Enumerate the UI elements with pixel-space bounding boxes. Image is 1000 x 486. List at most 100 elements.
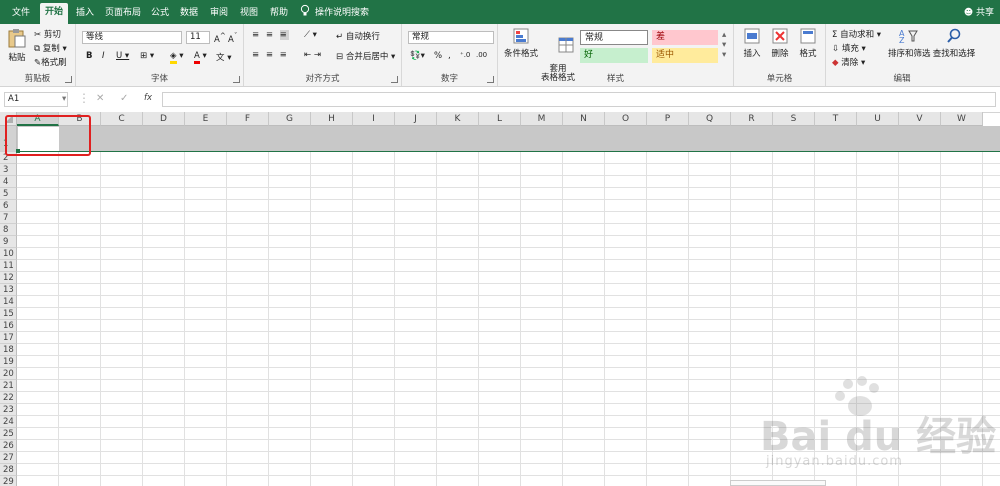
clipboard-launcher[interactable]	[65, 76, 72, 83]
name-box-dropdown[interactable]: ▾	[62, 94, 66, 104]
row-header-7[interactable]: 7	[0, 212, 17, 224]
underline-button[interactable]: U ▾	[116, 51, 129, 61]
tab-home[interactable]: 开始	[40, 3, 68, 24]
phonetic-button[interactable]: 文 ▾	[216, 51, 231, 63]
column-header-w[interactable]: W	[941, 112, 983, 126]
tab-insert[interactable]: 插入	[72, 4, 98, 24]
horizontal-scrollbar[interactable]	[730, 480, 826, 486]
row-header-23[interactable]: 23	[0, 404, 17, 416]
column-header-c[interactable]: C	[101, 112, 143, 126]
border-button[interactable]: ⊞ ▾	[140, 51, 154, 61]
row-header-4[interactable]: 4	[0, 176, 17, 188]
insert-cells-button[interactable]: 插入	[740, 28, 764, 59]
column-header-n[interactable]: N	[563, 112, 605, 126]
orientation-button[interactable]: ⟋ ▾	[304, 30, 317, 40]
column-header-u[interactable]: U	[857, 112, 899, 126]
merge-center-button[interactable]: ⊟ 合并后居中 ▾	[336, 50, 395, 62]
find-select-button[interactable]: 查找和选择	[932, 28, 976, 59]
row-header-8[interactable]: 8	[0, 224, 17, 236]
row-header-27[interactable]: 27	[0, 452, 17, 464]
tab-page-layout[interactable]: 页面布局	[102, 4, 144, 24]
row-header-26[interactable]: 26	[0, 440, 17, 452]
delete-cells-button[interactable]: 删除	[768, 28, 792, 59]
row-header-6[interactable]: 6	[0, 200, 17, 212]
increase-decimal-button[interactable]: ⁺.0	[460, 51, 470, 59]
confirm-entry-icon[interactable]: ✓	[120, 93, 128, 104]
row-header-25[interactable]: 25	[0, 428, 17, 440]
row-header-13[interactable]: 13	[0, 284, 17, 296]
worksheet-grid[interactable]: ABCDEFGHIJKLMNOPQRSTUVW 1 2 3 4 5 6 7 8 9 10 11 12 1…	[0, 112, 1000, 486]
column-header-h[interactable]: H	[311, 112, 353, 126]
row-header-15[interactable]: 15	[0, 308, 17, 320]
clear-button[interactable]: ◆ 清除 ▾	[832, 56, 865, 68]
italic-button[interactable]: I	[102, 51, 105, 61]
tell-me-search[interactable]: 操作说明搜索	[314, 4, 370, 24]
insert-function-button[interactable]: fx	[144, 93, 152, 103]
column-header-i[interactable]: I	[353, 112, 395, 126]
number-launcher[interactable]	[487, 76, 494, 83]
styles-scroll[interactable]: ▴ ▾ ▾	[722, 30, 726, 60]
comma-button[interactable]: ,	[448, 51, 451, 61]
row-header-18[interactable]: 18	[0, 344, 17, 356]
row-header-19[interactable]: 19	[0, 356, 17, 368]
row-header-14[interactable]: 14	[0, 296, 17, 308]
fill-button[interactable]: ⇩ 填充 ▾	[832, 42, 866, 54]
style-normal[interactable]: 常规	[580, 30, 648, 45]
vertical-align-buttons[interactable]: ≡ ≡ ≡	[252, 30, 289, 40]
grow-font-button[interactable]: A^	[214, 31, 226, 45]
column-header-j[interactable]: J	[395, 112, 437, 126]
column-header-d[interactable]: D	[143, 112, 185, 126]
cancel-entry-icon[interactable]: ✕	[96, 93, 104, 104]
row-header-24[interactable]: 24	[0, 416, 17, 428]
formula-input[interactable]	[162, 92, 996, 107]
column-header-g[interactable]: G	[269, 112, 311, 126]
column-header-q[interactable]: Q	[689, 112, 731, 126]
horizontal-align-buttons[interactable]: ≡ ≡ ≡	[252, 50, 289, 60]
copy-button[interactable]: ⧉ 复制 ▾	[34, 42, 67, 54]
number-format-select[interactable]: 常规	[408, 31, 494, 44]
column-header-m[interactable]: M	[521, 112, 563, 126]
row-header-3[interactable]: 3	[0, 164, 17, 176]
percent-button[interactable]: %	[434, 51, 442, 61]
tab-review[interactable]: 审阅	[206, 4, 232, 24]
font-name-select[interactable]: 等线	[82, 31, 182, 44]
fill-color-button[interactable]: ◈ ▾	[170, 51, 184, 64]
row-header-22[interactable]: 22	[0, 392, 17, 404]
column-header-t[interactable]: T	[815, 112, 857, 126]
name-box[interactable]: A1	[4, 92, 68, 107]
row-header-29[interactable]: 29	[0, 476, 17, 486]
shrink-font-button[interactable]: Aˇ	[228, 31, 237, 45]
column-header-s[interactable]: S	[773, 112, 815, 126]
accounting-format-button[interactable]: 💱▾	[410, 51, 425, 61]
row-header-12[interactable]: 12	[0, 272, 17, 284]
format-painter-button[interactable]: ✎格式刷	[34, 56, 67, 68]
tab-data[interactable]: 数据	[176, 4, 202, 24]
row-header-28[interactable]: 28	[0, 464, 17, 476]
autosum-button[interactable]: Σ 自动求和 ▾	[832, 28, 881, 40]
cut-button[interactable]: ✂ 剪切	[34, 28, 61, 40]
column-header-e[interactable]: E	[185, 112, 227, 126]
font-launcher[interactable]	[233, 76, 240, 83]
row-header-20[interactable]: 20	[0, 368, 17, 380]
style-bad[interactable]: 差	[652, 30, 718, 45]
paste-button[interactable]: 粘贴	[6, 28, 28, 63]
row-header-16[interactable]: 16	[0, 320, 17, 332]
style-good[interactable]: 好	[580, 48, 648, 63]
tab-formulas[interactable]: 公式	[148, 4, 172, 24]
tab-view[interactable]: 视图	[236, 4, 262, 24]
tab-help[interactable]: 帮助	[266, 4, 292, 24]
row-header-10[interactable]: 10	[0, 248, 17, 260]
column-header-l[interactable]: L	[479, 112, 521, 126]
column-header-o[interactable]: O	[605, 112, 647, 126]
style-neutral[interactable]: 适中	[652, 48, 718, 63]
font-color-button[interactable]: A ▾	[194, 51, 207, 64]
tab-file[interactable]: 文件	[6, 4, 36, 24]
alignment-launcher[interactable]	[391, 76, 398, 83]
decrease-decimal-button[interactable]: .00	[476, 51, 487, 59]
column-header-r[interactable]: R	[731, 112, 773, 126]
row-header-17[interactable]: 17	[0, 332, 17, 344]
bold-button[interactable]: B	[86, 51, 92, 61]
row-header-5[interactable]: 5	[0, 188, 17, 200]
wrap-text-button[interactable]: ↵ 自动换行	[336, 30, 380, 42]
row-header-9[interactable]: 9	[0, 236, 17, 248]
